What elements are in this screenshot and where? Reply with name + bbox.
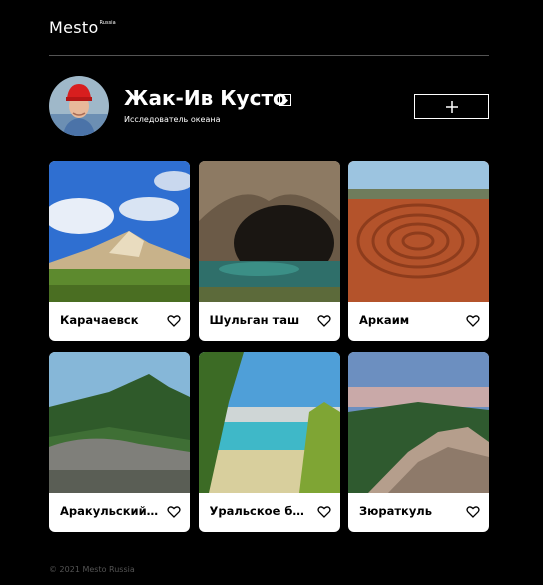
like-button[interactable]	[167, 505, 181, 519]
card-image[interactable]	[49, 352, 190, 493]
card: Уральское ба...	[198, 352, 340, 532]
heart-icon	[167, 506, 181, 518]
plus-icon	[445, 100, 458, 113]
profile-about: Исследователь океана	[124, 115, 221, 124]
like-button[interactable]	[167, 314, 181, 328]
card-title: Уральское ба...	[209, 504, 310, 518]
logo: Mesto Russia	[49, 18, 116, 37]
edit-profile-button[interactable]	[279, 94, 291, 106]
pencil-icon	[282, 99, 288, 105]
card-image[interactable]	[348, 161, 489, 302]
heart-icon	[466, 315, 480, 327]
like-button[interactable]	[316, 505, 331, 519]
avatar-image	[49, 76, 109, 136]
card-image[interactable]	[348, 352, 489, 493]
card-title: Шульган таш	[209, 313, 300, 327]
card-image[interactable]	[49, 161, 190, 302]
card-image[interactable]	[198, 352, 340, 493]
card-title: Зюраткуль	[359, 504, 433, 518]
logo-sub-text: Russia	[99, 20, 116, 26]
heart-icon	[466, 506, 480, 518]
card: Зюраткуль	[348, 352, 489, 532]
like-button[interactable]	[466, 505, 480, 519]
card: Шульган таш	[198, 161, 340, 341]
profile-name: Жак-Ив Кусто	[124, 86, 287, 110]
card: Карачаевск	[49, 161, 190, 341]
add-card-button[interactable]	[414, 94, 489, 119]
like-button[interactable]	[316, 314, 331, 328]
card: Аркаим	[348, 161, 489, 341]
logo-main-text: Mesto	[49, 18, 99, 37]
card-title: Аркаим	[359, 313, 410, 327]
cards-grid: Карачаевск Шульган таш Аркаим Аракульски…	[49, 161, 489, 532]
heart-icon	[167, 315, 181, 327]
heart-icon	[316, 315, 331, 327]
card: Аракульский ...	[49, 352, 190, 532]
avatar[interactable]	[49, 76, 109, 136]
heart-icon	[316, 506, 331, 518]
header: Mesto Russia	[49, 14, 489, 56]
footer: © 2021 Mesto Russia	[49, 565, 135, 574]
like-button[interactable]	[466, 314, 480, 328]
card-image[interactable]	[198, 161, 340, 302]
profile: Жак-Ив Кусто Исследователь океана	[49, 76, 489, 136]
card-title: Аракульский ...	[60, 504, 160, 518]
copyright: © 2021 Mesto Russia	[49, 565, 135, 574]
card-title: Карачаевск	[60, 313, 139, 327]
